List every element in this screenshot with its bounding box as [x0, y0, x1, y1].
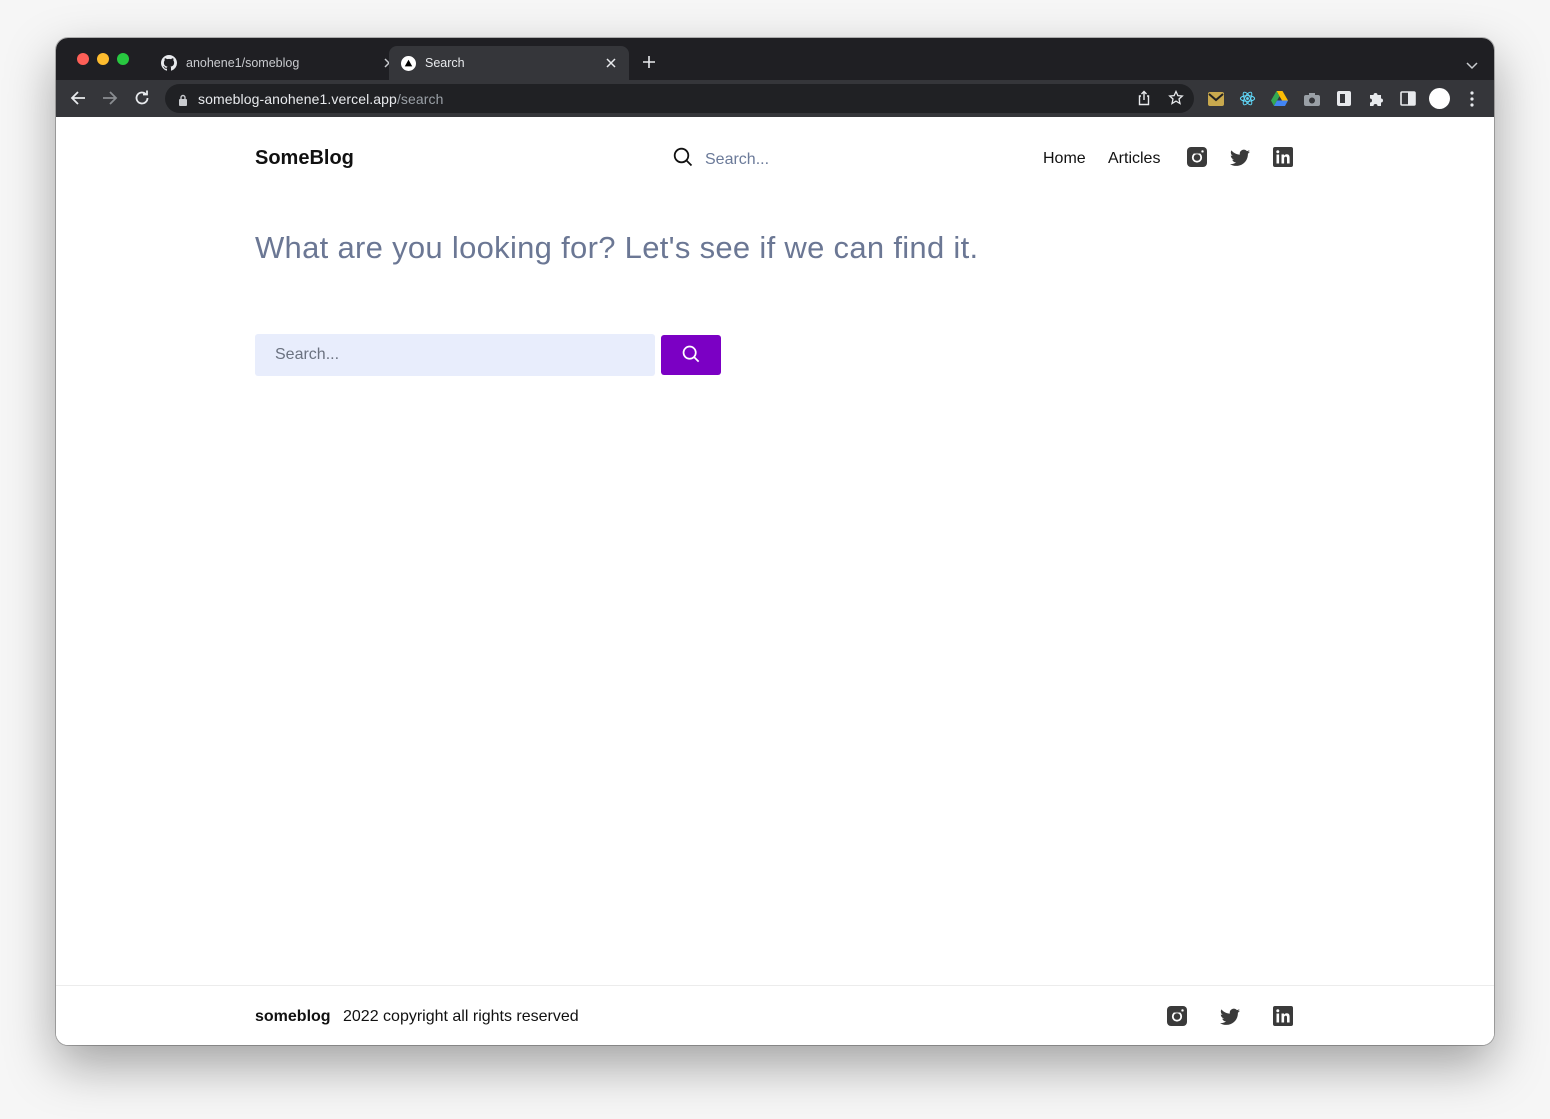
- nav-home-link[interactable]: Home: [1043, 150, 1086, 168]
- profile-avatar[interactable]: [1429, 88, 1450, 109]
- extension-envelope-icon[interactable]: [1207, 90, 1224, 107]
- forward-arrow-icon[interactable]: [101, 89, 119, 107]
- page-content: SomeBlog Home Articles What are you look…: [56, 117, 1494, 1045]
- camera-icon[interactable]: [1303, 90, 1320, 107]
- share-icon[interactable]: [1136, 90, 1152, 106]
- google-drive-icon[interactable]: [1271, 90, 1288, 107]
- footer-brand: someblog: [255, 1008, 331, 1025]
- new-tab-icon[interactable]: [641, 54, 657, 70]
- instagram-icon[interactable]: [1167, 1006, 1187, 1026]
- notes-extension-icon[interactable]: [1335, 90, 1352, 107]
- search-icon: [682, 345, 700, 366]
- header-search[interactable]: [673, 147, 865, 172]
- page-headline: What are you looking for? Let's see if w…: [255, 230, 979, 265]
- linkedin-icon[interactable]: [1273, 1006, 1293, 1026]
- header-search-input[interactable]: [705, 150, 865, 169]
- footer-copyright: 2022 copyright all rights reserved: [343, 1008, 579, 1025]
- close-icon[interactable]: [603, 55, 619, 71]
- url-path: /search: [396, 90, 444, 107]
- lock-icon: [178, 93, 188, 106]
- instagram-icon[interactable]: [1187, 147, 1207, 167]
- side-panel-icon[interactable]: [1399, 90, 1416, 107]
- react-devtools-icon[interactable]: [1239, 90, 1256, 107]
- github-icon: [161, 55, 177, 71]
- site-logo[interactable]: SomeBlog: [255, 147, 354, 170]
- linkedin-icon[interactable]: [1273, 147, 1293, 167]
- browser-window: anohene1/someblog Search someblog-anohen…: [56, 38, 1494, 1045]
- browser-toolbar: someblog-anohene1.vercel.app/search: [56, 80, 1494, 117]
- site-footer: someblog 2022 copyright all rights reser…: [56, 985, 1494, 1045]
- url-text: someblog-anohene1.vercel.app/search: [198, 91, 444, 107]
- url-host: someblog-anohene1.vercel.app: [198, 90, 397, 107]
- bookmark-star-icon[interactable]: [1168, 89, 1184, 106]
- nav-articles-link[interactable]: Articles: [1108, 150, 1160, 168]
- back-arrow-icon[interactable]: [69, 89, 87, 107]
- minimize-window-button[interactable]: [97, 53, 109, 65]
- puzzle-icon[interactable]: [1367, 90, 1384, 107]
- tab-title: Search: [425, 56, 465, 70]
- tab-strip: anohene1/someblog Search: [56, 38, 1494, 80]
- maximize-window-button[interactable]: [117, 53, 129, 65]
- tab-search[interactable]: Search: [389, 46, 629, 80]
- address-bar[interactable]: someblog-anohene1.vercel.app/search: [165, 84, 1194, 113]
- twitter-icon[interactable]: [1220, 1007, 1240, 1027]
- tab-github[interactable]: anohene1/someblog: [152, 46, 394, 80]
- tab-title: anohene1/someblog: [186, 56, 300, 70]
- more-vertical-icon[interactable]: [1463, 90, 1480, 107]
- search-input[interactable]: [255, 334, 655, 376]
- chevron-down-icon[interactable]: [1466, 57, 1478, 70]
- reload-icon[interactable]: [133, 89, 151, 107]
- search-icon: [673, 147, 693, 172]
- vercel-icon: [400, 55, 416, 71]
- search-submit-button[interactable]: [661, 335, 721, 375]
- twitter-icon[interactable]: [1230, 148, 1250, 168]
- close-window-button[interactable]: [77, 53, 89, 65]
